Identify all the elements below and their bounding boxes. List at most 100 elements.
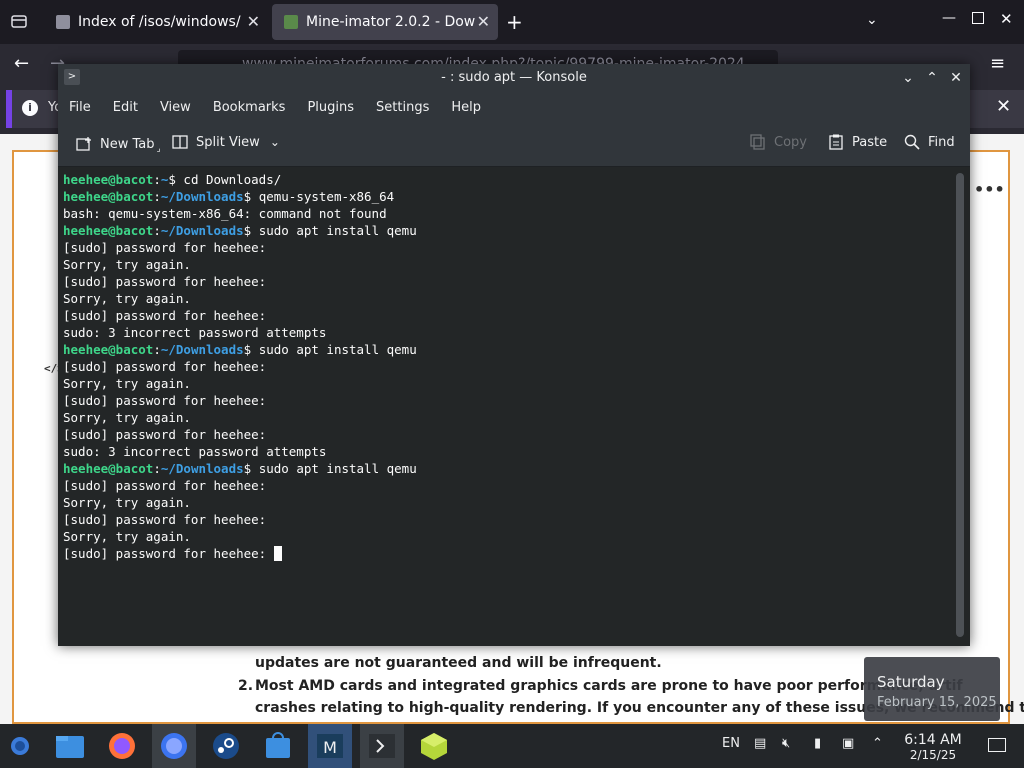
output-text: [sudo] password for heehee:	[63, 308, 267, 323]
clock-date: 2/15/25	[909, 748, 957, 762]
info-icon: i	[22, 100, 38, 116]
output-text: Sorry, try again.	[63, 410, 191, 425]
browser-tab-index[interactable]: Index of /isos/windows/ ✕	[44, 4, 268, 40]
terminal-scrollbar[interactable]	[956, 173, 964, 637]
output-text: sudo: 3 incorrect password attempts	[63, 325, 327, 340]
prompt-path: ~/Downloads	[160, 223, 244, 238]
find-label: Find	[928, 134, 955, 150]
prompt-user: heehee@bacot	[63, 223, 154, 238]
terminal-line: heehee@bacot:~/Downloads$ sudo apt insta…	[63, 222, 417, 239]
split-view-button[interactable]: Split View ⌄	[172, 134, 280, 150]
terminal-area[interactable]: heehee@bacot:~$ cd Downloads/heehee@baco…	[58, 167, 970, 646]
mineimator-icon[interactable]: M	[314, 730, 346, 762]
copy-button[interactable]: Copy	[750, 134, 807, 150]
popup-day: Saturday	[877, 673, 945, 691]
more-options-icon[interactable]: •••	[974, 180, 1005, 199]
network-icon[interactable]: ▣	[842, 736, 854, 751]
menu-plugins[interactable]: Plugins	[296, 100, 365, 115]
back-arrow-icon[interactable]: ←	[14, 53, 29, 74]
paste-icon	[828, 134, 844, 150]
firefox-icon[interactable]	[106, 730, 138, 762]
terminal-line: Sorry, try again.	[63, 290, 417, 307]
maximize-chevron-icon[interactable]: ⌃	[922, 68, 942, 88]
copy-icon	[750, 134, 766, 150]
new-tab-button[interactable]: +	[506, 10, 523, 34]
browser-tab-mineimator[interactable]: Mine-imator 2.0.2 - Downlo ✕	[272, 4, 498, 40]
firefox-dev-icon[interactable]	[158, 730, 190, 762]
clipboard-icon[interactable]: ▤	[754, 736, 766, 751]
terminal-line: [sudo] password for heehee:	[63, 477, 417, 494]
terminal-line: heehee@bacot:~$ cd Downloads/	[63, 171, 417, 188]
menu-settings[interactable]: Settings	[365, 100, 440, 115]
dolphin-icon[interactable]	[54, 730, 86, 762]
minimize-window-button[interactable]: —	[942, 10, 956, 26]
terminal-line: Sorry, try again.	[63, 256, 417, 273]
prompt-path: ~/Downloads	[160, 189, 244, 204]
prompt-command: $ sudo apt install qemu	[243, 461, 417, 476]
output-text: Sorry, try again.	[63, 257, 191, 272]
menu-file[interactable]: File	[58, 100, 102, 115]
output-text: Sorry, try again.	[63, 376, 191, 391]
terminal-line: Sorry, try again.	[63, 375, 417, 392]
output-text: [sudo] password for heehee:	[63, 240, 267, 255]
terminal-line: [sudo] password for heehee:	[63, 511, 417, 528]
clock[interactable]: 6:14 AM 2/15/25	[900, 732, 966, 762]
prompt-user: heehee@bacot	[63, 172, 154, 187]
app-launcher-icon[interactable]	[4, 730, 36, 762]
new-tab-button[interactable]: New Tab ⌟	[76, 134, 161, 154]
konsole-window-title: - : sudo apt — Konsole	[441, 70, 587, 85]
close-window-button[interactable]: ✕	[1000, 10, 1013, 28]
konsole-title-bar[interactable]: > - : sudo apt — Konsole ⌄ ⌃ ✕	[58, 64, 970, 92]
menu-view[interactable]: View	[149, 100, 202, 115]
menu-help[interactable]: Help	[440, 100, 492, 115]
prompt-command: $ qemu-system-x86_64	[243, 189, 395, 204]
dropdown-corner-icon: ⌟	[156, 144, 161, 154]
terminal-line: [sudo] password for heehee:	[63, 273, 417, 290]
terminal-output: heehee@bacot:~$ cd Downloads/heehee@baco…	[63, 171, 417, 562]
close-window-icon[interactable]: ✕	[946, 68, 966, 88]
discover-icon[interactable]	[262, 730, 294, 762]
chevron-down-icon: ⌄	[269, 135, 280, 149]
prompt-user: heehee@bacot	[63, 342, 154, 357]
steam-icon[interactable]	[210, 730, 242, 762]
volume-muted-icon[interactable]: 🔇︎	[782, 736, 790, 751]
tab-overflow-chevron-icon[interactable]: ⌄	[866, 12, 878, 28]
mineimator-favicon	[284, 15, 298, 29]
paste-button[interactable]: Paste	[828, 134, 887, 150]
find-button[interactable]: Find	[904, 134, 955, 150]
close-tab-icon[interactable]: ✕	[247, 12, 260, 31]
terminal-line: [sudo] password for heehee:	[63, 358, 417, 375]
language-indicator[interactable]: EN	[722, 736, 740, 751]
minimize-chevron-icon[interactable]: ⌄	[898, 68, 918, 88]
new-tab-icon	[76, 136, 92, 152]
battery-icon[interactable]: ▮	[814, 736, 821, 751]
konsole-menu-bar: File Edit View Bookmarks Plugins Setting…	[58, 92, 970, 122]
tab-list-icon[interactable]	[10, 12, 28, 30]
paste-label: Paste	[852, 134, 888, 150]
output-text: [sudo] password for heehee:	[63, 478, 267, 493]
prompt-colon: :	[153, 342, 161, 357]
minecraft-icon[interactable]	[418, 730, 450, 762]
close-tab-icon[interactable]: ✕	[477, 12, 490, 31]
output-text: [sudo] password for heehee:	[63, 427, 267, 442]
show-hidden-chevron-icon[interactable]: ⌃	[872, 736, 883, 751]
close-notification-icon[interactable]: ✕	[996, 96, 1011, 117]
terminal-line: bash: qemu-system-x86_64: command not fo…	[63, 205, 417, 222]
menu-hamburger-icon[interactable]: ≡	[990, 53, 1005, 74]
prompt-colon: :	[153, 189, 161, 204]
menu-edit[interactable]: Edit	[102, 100, 149, 115]
terminal-line: [sudo] password for heehee:	[63, 545, 417, 562]
output-text: Sorry, try again.	[63, 529, 191, 544]
terminal-line: [sudo] password for heehee:	[63, 426, 417, 443]
output-text: Sorry, try again.	[63, 495, 191, 510]
konsole-icon[interactable]	[366, 730, 398, 762]
tab-title: Mine-imator 2.0.2 - Downlo	[306, 14, 476, 30]
prompt-path: ~/Downloads	[160, 461, 244, 476]
output-text: [sudo] password for heehee:	[63, 359, 267, 374]
menu-bookmarks[interactable]: Bookmarks	[202, 100, 297, 115]
show-desktop-icon[interactable]	[988, 738, 1006, 752]
output-text: [sudo] password for heehee:	[63, 512, 267, 527]
restore-window-button[interactable]	[972, 12, 984, 24]
copy-label: Copy	[774, 134, 807, 150]
konsole-window: > - : sudo apt — Konsole ⌄ ⌃ ✕ File Edit…	[58, 64, 970, 646]
